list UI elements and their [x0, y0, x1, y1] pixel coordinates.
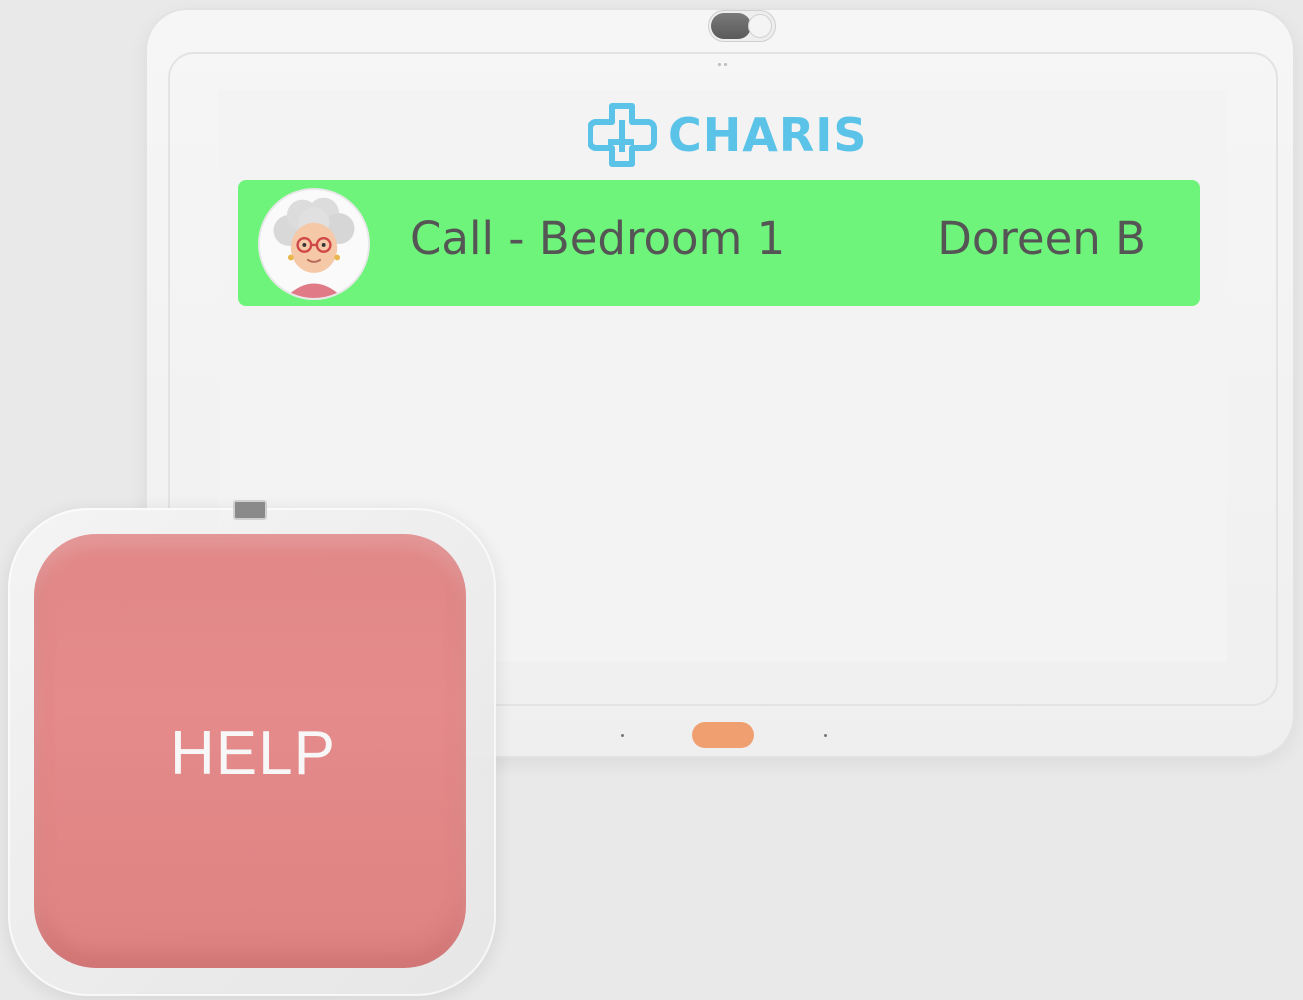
charis-logo: CHARIS [588, 102, 868, 168]
medical-cross-icon [588, 103, 657, 167]
toggle-knob [711, 13, 751, 39]
sensor-dot [718, 63, 721, 66]
call-location: Call - Bedroom 1 [410, 212, 786, 265]
sensor-dot [724, 63, 727, 66]
toggle-ball [748, 14, 772, 38]
elderly-woman-avatar [258, 188, 370, 300]
help-label: HELP [170, 719, 336, 788]
indicator-dot [621, 734, 624, 737]
avatar-icon [260, 190, 368, 298]
pendant-clip [233, 500, 267, 520]
indicator-dot [824, 734, 827, 737]
resident-name: Doreen B [937, 212, 1146, 265]
camera-privacy-toggle[interactable] [708, 10, 776, 42]
brand-name: CHARIS [668, 108, 868, 162]
home-button[interactable] [692, 722, 754, 748]
call-alert-row[interactable]: Call - Bedroom 1 Doreen B [238, 180, 1200, 306]
